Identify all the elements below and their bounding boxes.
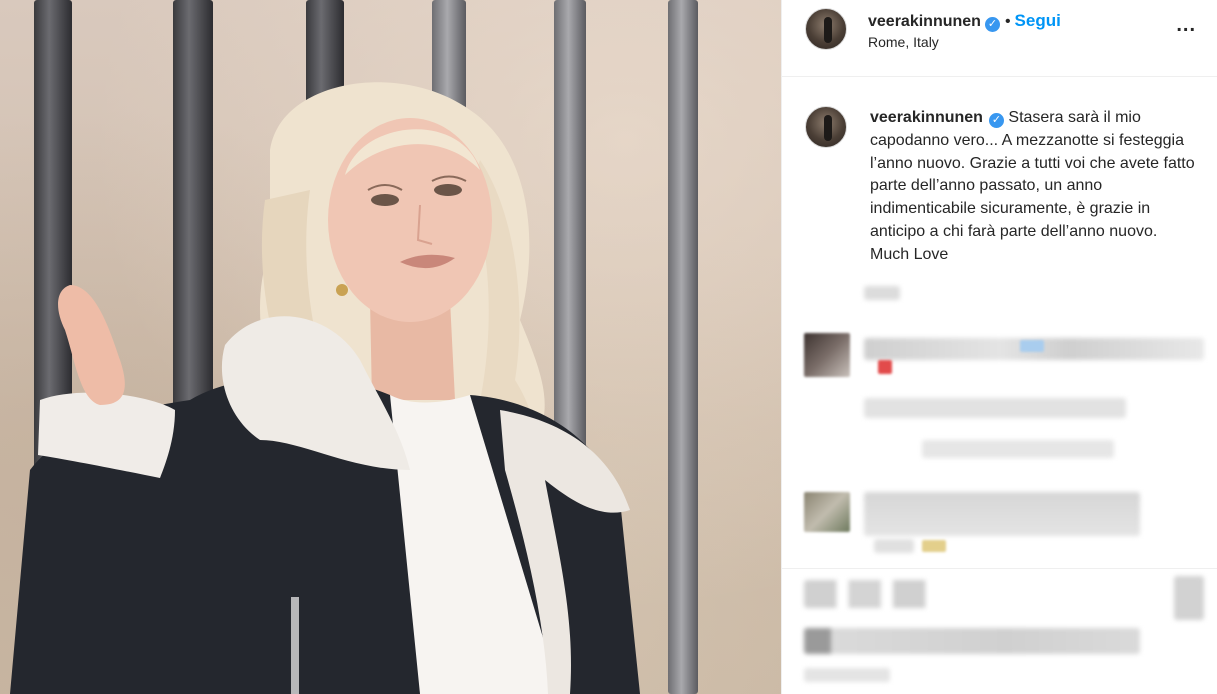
- more-horizontal-icon[interactable]: ...: [1176, 14, 1196, 37]
- divider: [782, 568, 1217, 569]
- post-header: veerakinnunen ✓ • Segui Rome, Italy ...: [782, 0, 1217, 77]
- avatar[interactable]: [805, 8, 847, 50]
- post-sidebar: veerakinnunen ✓ • Segui Rome, Italy ... vee…: [781, 0, 1217, 694]
- separator-dot: •: [1004, 13, 1011, 30]
- blurred-avatar: [804, 333, 850, 377]
- blurred-comment: [864, 398, 1126, 418]
- blurred-likes: [804, 628, 1140, 654]
- post-caption: veerakinnunen ✓ Stasera sarà il mio capod…: [870, 107, 1200, 267]
- blurred-date: [804, 668, 890, 682]
- follow-button[interactable]: Segui: [1015, 11, 1061, 30]
- blurred-avatar: [804, 492, 850, 532]
- avatar[interactable]: [805, 106, 847, 148]
- caption-username-link[interactable]: veerakinnunen: [870, 109, 983, 126]
- header-user-line: veerakinnunen ✓ • Segui: [868, 11, 1061, 32]
- location-link[interactable]: Rome, Italy: [868, 34, 939, 50]
- blurred-action-icons: [804, 580, 952, 608]
- blurred-comment: [864, 492, 1140, 536]
- post-photo[interactable]: [0, 0, 781, 694]
- caption-text: Stasera sarà il mio capodanno vero... A …: [870, 109, 1195, 263]
- username-link[interactable]: veerakinnunen: [868, 13, 981, 30]
- blurred-emoji: [1020, 340, 1044, 352]
- blurred-timestamp: [864, 286, 900, 300]
- blurred-comment-meta: [874, 539, 914, 553]
- blurred-comment-meta: [922, 440, 1114, 458]
- verified-badge-icon: ✓: [984, 17, 1000, 32]
- blurred-save-icon: [1174, 576, 1204, 620]
- verified-badge-icon: ✓: [988, 113, 1004, 128]
- woman-portrait: [10, 82, 640, 694]
- blurred-emoji: [922, 540, 946, 552]
- blurred-emoji: [878, 360, 892, 374]
